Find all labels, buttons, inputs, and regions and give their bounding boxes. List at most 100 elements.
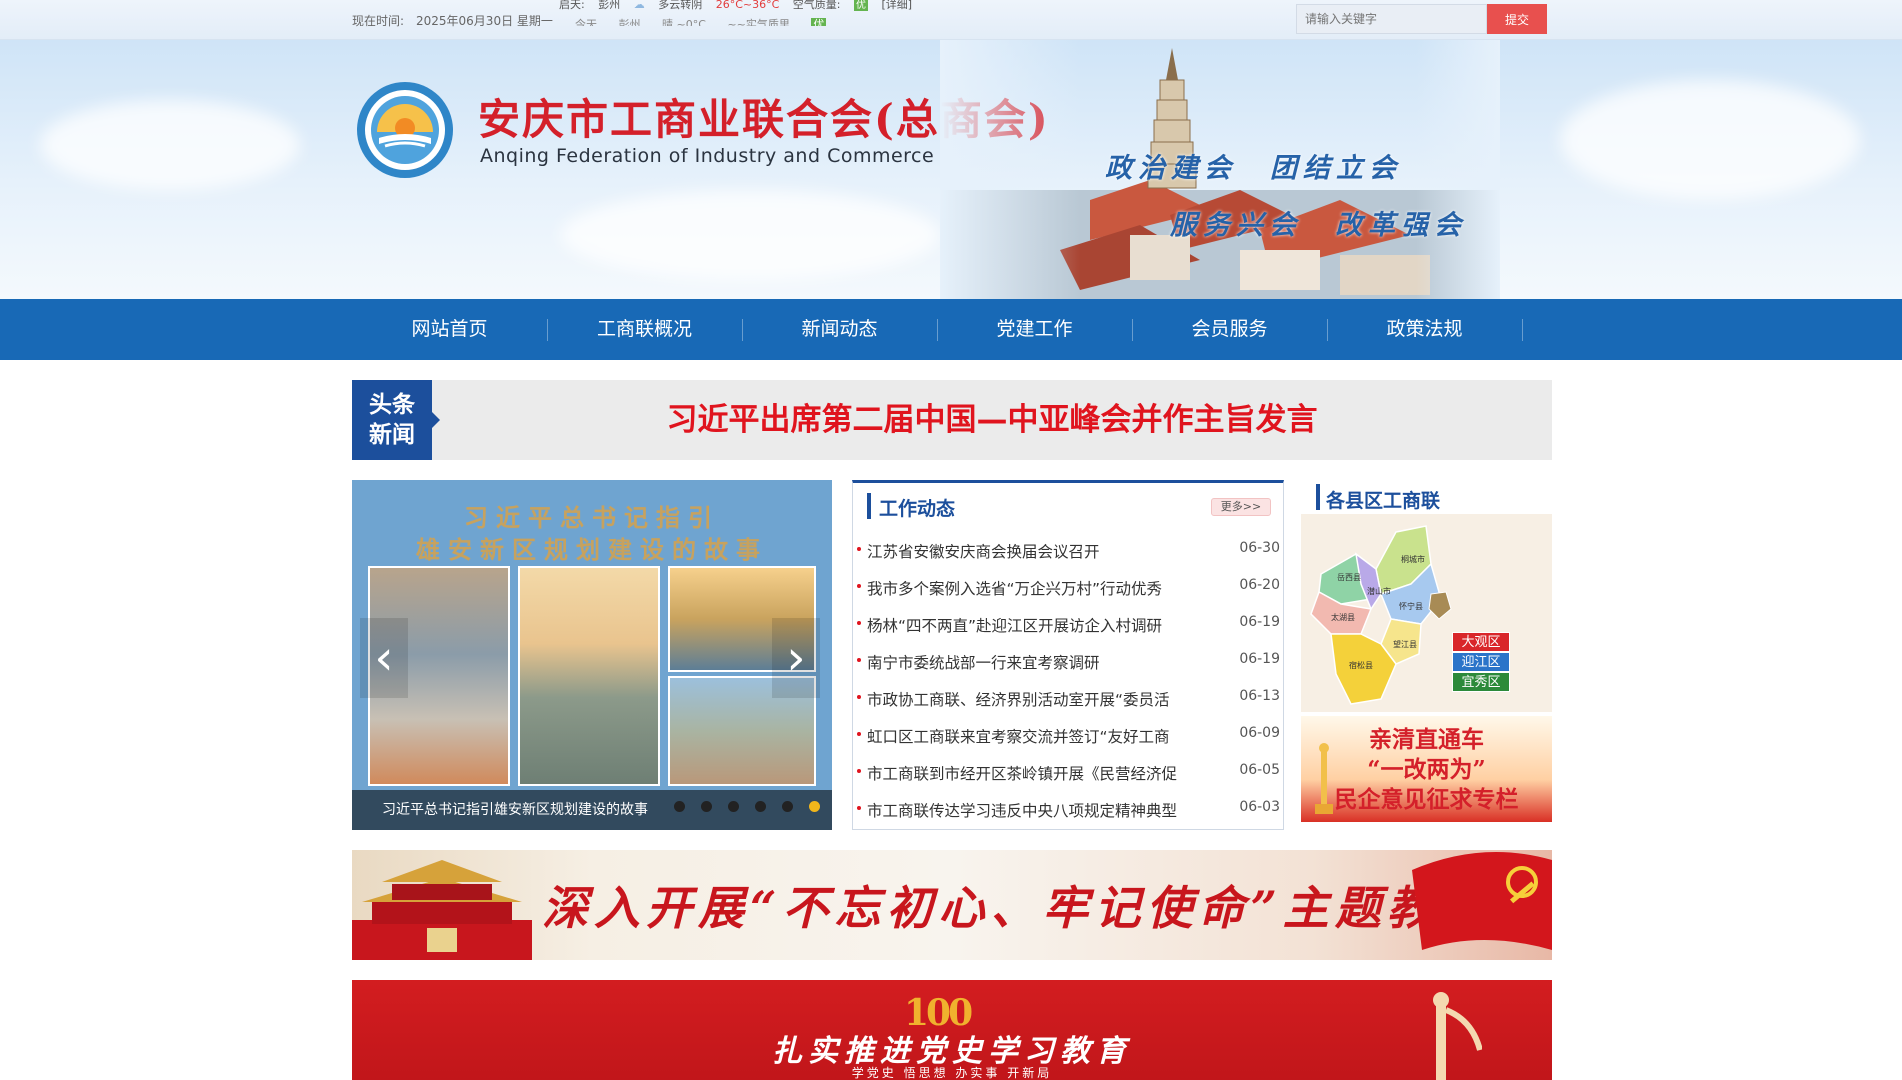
- carousel-dot[interactable]: [754, 801, 766, 812]
- news-title[interactable]: 江苏省安徽安庆商会换届会议召开: [867, 540, 1217, 562]
- theme-education-text: 深入开展“不忘初心、牢记使命”主题教育: [542, 881, 1491, 935]
- weather-temp: 26°C~36°C: [715, 0, 780, 11]
- weather-widget[interactable]: 启天: 彭州 ☁ 多云转阴 26°C~36°C 空气质量: 优 [详细]: [559, 0, 922, 12]
- submit-button[interactable]: 提交: [1487, 4, 1547, 34]
- map-label: 太湖县: [1331, 612, 1355, 622]
- main-nav: 网站首页 工商联概况 新闻动态 党建工作 会员服务 政策法规: [0, 299, 1902, 360]
- list-item[interactable]: 市工商联传达学习违反中央八项规定精神典型 06-03: [853, 794, 1283, 831]
- ad-line-3: 民企意见征求专栏: [1334, 786, 1519, 813]
- header-banner: 安庆市工商业联合会(总商会) Anqing Federation of Indu…: [0, 40, 1902, 299]
- news-title[interactable]: 市工商联到市经开区茶岭镇开展《民营经济促: [867, 762, 1217, 784]
- list-item[interactable]: 我市多个案例入选省“万企兴万村”行动优秀 06-20: [853, 572, 1283, 609]
- news-title[interactable]: 市工商联传达学习违反中央八项规定精神典型: [867, 799, 1217, 821]
- nav-member-services[interactable]: 会员服务: [1132, 299, 1327, 360]
- carousel-dot[interactable]: [673, 801, 685, 812]
- current-time-label: 现在时间:: [352, 14, 405, 28]
- news-title[interactable]: 市政协工商联、经济界别活动室开展“委员活: [867, 688, 1217, 710]
- news-title[interactable]: 杨林“四不两直”赴迎江区开展访企入村调研: [867, 614, 1217, 636]
- list-item[interactable]: 虹口区工商联来宜考察交流并签订“友好工商 06-09: [853, 720, 1283, 757]
- search-input[interactable]: [1296, 4, 1487, 34]
- news-date: 06-13: [1239, 688, 1280, 704]
- list-item[interactable]: 杨林“四不两直”赴迎江区开展访企入村调研 06-19: [853, 609, 1283, 646]
- nav-party-building[interactable]: 党建工作: [937, 299, 1132, 360]
- district-daguan[interactable]: 大观区: [1452, 632, 1510, 652]
- weather-forecast-row: 今天 彭州 晴 ~0°C ~~实气质里 优: [575, 16, 844, 26]
- bullet-icon: [857, 732, 861, 736]
- headline-link[interactable]: 习近平出席第二届中国—中亚峰会并作主旨发言: [432, 380, 1552, 460]
- headline-news: 头条 新闻 习近平出席第二届中国—中亚峰会并作主旨发言: [352, 380, 1552, 460]
- work-news-title: 工作动态: [879, 498, 956, 520]
- list-item[interactable]: 南宁市委统战部一行来宜考察调研 06-19: [853, 646, 1283, 683]
- nav-news[interactable]: 新闻动态: [742, 299, 937, 360]
- bullet-icon: [857, 547, 861, 551]
- carousel-image-title-2: 雄安新区规划建设的故事: [416, 535, 768, 564]
- map-label: 岳西县: [1337, 572, 1361, 582]
- counties-panel: 各县区工商联 岳西县 桐城市 潜山市 怀宁县 太湖县 望江县 宿松县 大观区 迎…: [1301, 480, 1552, 822]
- cloud-decoration: [1560, 80, 1860, 200]
- headline-tag: 头条 新闻: [352, 380, 440, 460]
- carousel-prev-arrow[interactable]: ‹: [360, 618, 408, 698]
- carousel-dot[interactable]: [727, 801, 739, 812]
- list-item[interactable]: 市工商联到市经开区茶岭镇开展《民营经济促 06-05: [853, 757, 1283, 794]
- federation-logo[interactable]: [355, 80, 455, 180]
- bullet-icon: [857, 658, 861, 662]
- map-label: 望江县: [1393, 639, 1417, 649]
- cloud-icon: ☁: [633, 0, 645, 11]
- cloud-decoration: [560, 190, 940, 280]
- weather-area: 彭州: [598, 0, 621, 11]
- monument-icon: [1433, 992, 1482, 1080]
- carousel-dots: [663, 797, 820, 816]
- bullet-icon: [857, 806, 861, 810]
- news-date: 06-19: [1239, 651, 1280, 667]
- ad-line-2: “一改两为”: [1367, 756, 1486, 783]
- slogan-line-1: 政治建会 团结立会: [1105, 153, 1402, 184]
- forecast-aqi: 优: [811, 18, 827, 26]
- carousel-photo-middle: [518, 566, 660, 786]
- news-date: 06-20: [1239, 577, 1280, 593]
- news-date: 06-05: [1239, 762, 1280, 778]
- aqi-label: 空气质量:: [792, 0, 841, 11]
- carousel-next-arrow[interactable]: ›: [772, 618, 820, 698]
- list-item[interactable]: 江苏省安徽安庆商会换届会议召开 06-30: [853, 535, 1283, 572]
- party-history-banner[interactable]: 100 扎实推进党史学习教育 学党史 悟思想 办实事 开新局: [352, 980, 1552, 1080]
- nav-policies[interactable]: 政策法规: [1327, 299, 1522, 360]
- more-button[interactable]: 更多>>: [1211, 498, 1271, 516]
- district-yixiu[interactable]: 宜秀区: [1452, 672, 1510, 692]
- current-time-value: 2025年06月30日 星期一: [416, 14, 553, 28]
- news-title[interactable]: 虹口区工商联来宜考察交流并签订“友好工商: [867, 725, 1217, 747]
- carousel-dot-active[interactable]: [809, 801, 820, 812]
- qingqing-express-banner[interactable]: 亲清直通车 “一改两为” 民企意见征求专栏: [1301, 716, 1552, 822]
- party-flag-icon: [1412, 852, 1552, 950]
- work-news-list: 江苏省安徽安庆商会换届会议召开 06-30 我市多个案例入选省“万企兴万村”行动…: [853, 535, 1283, 831]
- forecast-temp: 晴 ~0°C: [662, 18, 706, 26]
- map-label: 宿松县: [1349, 660, 1373, 670]
- section-accent-bar: [1316, 484, 1320, 510]
- headline-tag-line2: 新闻: [369, 422, 415, 448]
- tiananmen-gate-illustration: [352, 860, 532, 960]
- carousel-image-title-1: 习近平总书记指引: [464, 503, 720, 532]
- list-item[interactable]: 市政协工商联、经济界别活动室开展“委员活 06-13: [853, 683, 1283, 720]
- section-accent-bar: [867, 493, 871, 519]
- forecast-aqi-label: ~~实气质里: [727, 18, 790, 26]
- theme-education-banner[interactable]: 深入开展“不忘初心、牢记使命”主题教育: [352, 850, 1552, 960]
- news-carousel[interactable]: 习近平总书记指引 雄安新区规划建设的故事 ‹ › 习近平总书记指引雄安新区规划建…: [352, 480, 832, 830]
- bullet-icon: [857, 695, 861, 699]
- news-title[interactable]: 南宁市委统战部一行来宜考察调研: [867, 651, 1217, 673]
- weather-detail-link[interactable]: [详细]: [882, 0, 913, 11]
- county-map-shape[interactable]: 岳西县 桐城市 潜山市 怀宁县 太湖县 望江县 宿松县: [1301, 514, 1552, 712]
- bullet-icon: [857, 769, 861, 773]
- slogan-line-2: 服务兴会 改革强会: [1170, 210, 1467, 241]
- carousel-dot[interactable]: [700, 801, 712, 812]
- news-date: 06-30: [1239, 540, 1280, 556]
- county-map[interactable]: 岳西县 桐城市 潜山市 怀宁县 太湖县 望江县 宿松县 大观区 迎江区 宜秀区: [1301, 514, 1552, 712]
- nav-home[interactable]: 网站首页: [352, 299, 547, 360]
- nav-separator: [1522, 319, 1523, 341]
- nav-overview[interactable]: 工商联概况: [547, 299, 742, 360]
- forecast-area: 彭州: [618, 18, 641, 26]
- district-yingjiang[interactable]: 迎江区: [1452, 652, 1510, 672]
- carousel-dot[interactable]: [781, 801, 793, 812]
- map-label: 潜山市: [1367, 586, 1391, 596]
- weather-condition: 多云转阴: [658, 0, 703, 11]
- news-title[interactable]: 我市多个案例入选省“万企兴万村”行动优秀: [867, 577, 1217, 599]
- news-date: 06-09: [1239, 725, 1280, 741]
